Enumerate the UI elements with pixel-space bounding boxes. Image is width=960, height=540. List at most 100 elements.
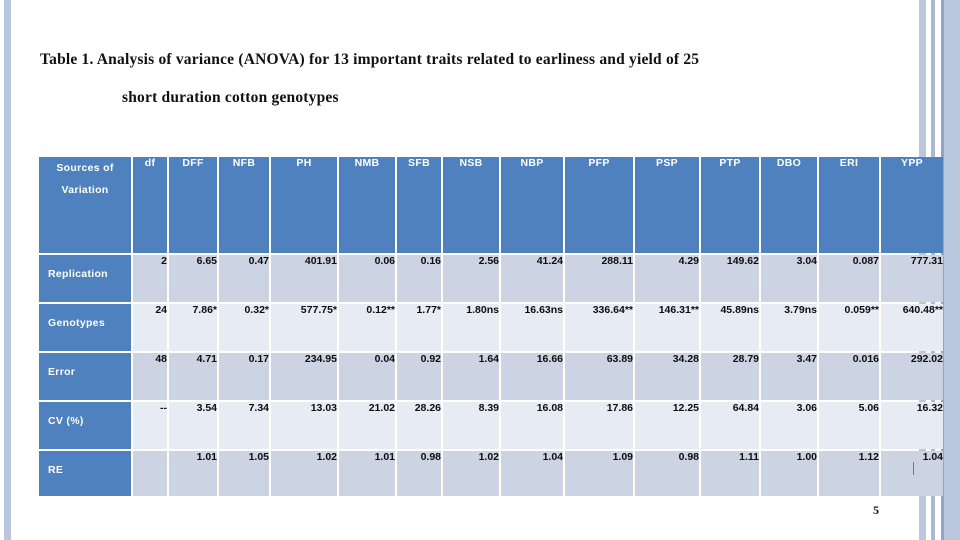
cell-cv-nbp: 16.08	[501, 402, 563, 449]
cell-re-ph: 1.02	[271, 451, 337, 496]
cell-cv-df: --	[133, 402, 167, 449]
cell-genotypes-nfb: 0.32*	[219, 304, 269, 351]
cell-replication-ptp: 149.62	[701, 255, 759, 302]
anova-table: Sources of Variation df DFF NFB PH NMB S…	[37, 155, 945, 498]
cell-error-dbo: 3.47	[761, 353, 817, 400]
cell-cv-ph: 13.03	[271, 402, 337, 449]
cell-genotypes-nmb: 0.12**	[339, 304, 395, 351]
column-header-sources-of-variation: Sources of Variation	[39, 157, 131, 253]
cell-genotypes-df: 24	[133, 304, 167, 351]
column-header-nfb: NFB	[219, 157, 269, 253]
cell-genotypes-dff: 7.86*	[169, 304, 217, 351]
cell-genotypes-eri: 0.059**	[819, 304, 879, 351]
cell-error-ypp: 292.02	[881, 353, 943, 400]
cell-error-ptp: 28.79	[701, 353, 759, 400]
row-label-error: Error	[39, 353, 131, 400]
cell-error-psp: 34.28	[635, 353, 699, 400]
cell-error-nbp: 16.66	[501, 353, 563, 400]
cell-replication-nfb: 0.47	[219, 255, 269, 302]
column-header-nsb: NSB	[443, 157, 499, 253]
column-header-df: df	[133, 157, 167, 253]
cell-cv-pfp: 17.86	[565, 402, 633, 449]
cell-genotypes-nsb: 1.80ns	[443, 304, 499, 351]
cell-re-df	[133, 451, 167, 496]
cell-error-dff: 4.71	[169, 353, 217, 400]
cell-replication-dff: 6.65	[169, 255, 217, 302]
cell-re-dbo: 1.00	[761, 451, 817, 496]
cell-error-sfb: 0.92	[397, 353, 441, 400]
cell-cv-sfb: 28.26	[397, 402, 441, 449]
slide-frame-left-inner	[11, 0, 16, 540]
cell-re-nbp: 1.04	[501, 451, 563, 496]
row-label-cv-percent: CV (%)	[39, 402, 131, 449]
cell-replication-eri: 0.087	[819, 255, 879, 302]
column-header-ypp: YPP	[881, 157, 943, 253]
cell-error-pfp: 63.89	[565, 353, 633, 400]
slide-frame-left-band	[4, 0, 11, 540]
row-label-genotypes: Genotypes	[39, 304, 131, 351]
cell-re-ptp: 1.11	[701, 451, 759, 496]
cell-replication-nmb: 0.06	[339, 255, 395, 302]
cell-genotypes-ph: 577.75*	[271, 304, 337, 351]
column-header-nmb: NMB	[339, 157, 395, 253]
table-header-row: Sources of Variation df DFF NFB PH NMB S…	[39, 157, 943, 253]
cell-replication-ypp: 777.31	[881, 255, 943, 302]
column-header-eri: ERI	[819, 157, 879, 253]
cell-re-nfb: 1.05	[219, 451, 269, 496]
cell-replication-nbp: 41.24	[501, 255, 563, 302]
slide-title: Table 1. Analysis of variance (ANOVA) fo…	[40, 50, 920, 108]
cell-cv-ptp: 64.84	[701, 402, 759, 449]
page-number: 5	[873, 503, 879, 517]
column-header-dff: DFF	[169, 157, 217, 253]
cell-replication-pfp: 288.11	[565, 255, 633, 302]
cell-re-sfb: 0.98	[397, 451, 441, 496]
column-header-ptp: PTP	[701, 157, 759, 253]
cell-error-ph: 234.95	[271, 353, 337, 400]
cell-re-ypp: 1.04	[881, 451, 943, 496]
column-header-dbo: DBO	[761, 157, 817, 253]
cell-error-nfb: 0.17	[219, 353, 269, 400]
cell-re-nmb: 1.01	[339, 451, 395, 496]
cell-re-pfp: 1.09	[565, 451, 633, 496]
cell-cv-eri: 5.06	[819, 402, 879, 449]
cell-replication-sfb: 0.16	[397, 255, 441, 302]
cell-genotypes-dbo: 3.79ns	[761, 304, 817, 351]
cell-cv-dbo: 3.06	[761, 402, 817, 449]
cell-cv-nfb: 7.34	[219, 402, 269, 449]
anova-table-container: Sources of Variation df DFF NFB PH NMB S…	[37, 155, 943, 498]
cell-genotypes-ptp: 45.89ns	[701, 304, 759, 351]
table-row: Genotypes 24 7.86* 0.32* 577.75* 0.12** …	[39, 304, 943, 351]
cell-error-nmb: 0.04	[339, 353, 395, 400]
cell-replication-nsb: 2.56	[443, 255, 499, 302]
cell-cv-nmb: 21.02	[339, 402, 395, 449]
cell-cv-ypp: 16.32	[881, 402, 943, 449]
table-row: RE 1.01 1.05 1.02 1.01 0.98 1.02 1.04 1.…	[39, 451, 943, 496]
cell-genotypes-ypp: 640.48**	[881, 304, 943, 351]
cell-replication-psp: 4.29	[635, 255, 699, 302]
cell-replication-dbo: 3.04	[761, 255, 817, 302]
title-line-1: Table 1. Analysis of variance (ANOVA) fo…	[40, 51, 700, 68]
cell-genotypes-nbp: 16.63ns	[501, 304, 563, 351]
cell-genotypes-psp: 146.31**	[635, 304, 699, 351]
cell-re-eri: 1.12	[819, 451, 879, 496]
column-header-ph: PH	[271, 157, 337, 253]
column-header-pfp: PFP	[565, 157, 633, 253]
cell-re-dff: 1.01	[169, 451, 217, 496]
cell-re-psp: 0.98	[635, 451, 699, 496]
column-header-sfb: SFB	[397, 157, 441, 253]
title-line-2: short duration cotton genotypes	[122, 89, 339, 106]
cell-replication-df: 2	[133, 255, 167, 302]
row-label-re: RE	[39, 451, 131, 496]
cell-genotypes-sfb: 1.77*	[397, 304, 441, 351]
text-caret	[913, 462, 914, 475]
cell-genotypes-pfp: 336.64**	[565, 304, 633, 351]
scrollbar-thumb[interactable]	[944, 0, 960, 540]
cell-cv-dff: 3.54	[169, 402, 217, 449]
cell-cv-nsb: 8.39	[443, 402, 499, 449]
table-body: Replication 2 6.65 0.47 401.91 0.06 0.16…	[39, 255, 943, 496]
cell-error-df: 48	[133, 353, 167, 400]
cell-error-nsb: 1.64	[443, 353, 499, 400]
row-label-replication: Replication	[39, 255, 131, 302]
table-row: Error 48 4.71 0.17 234.95 0.04 0.92 1.64…	[39, 353, 943, 400]
table-row: CV (%) -- 3.54 7.34 13.03 21.02 28.26 8.…	[39, 402, 943, 449]
